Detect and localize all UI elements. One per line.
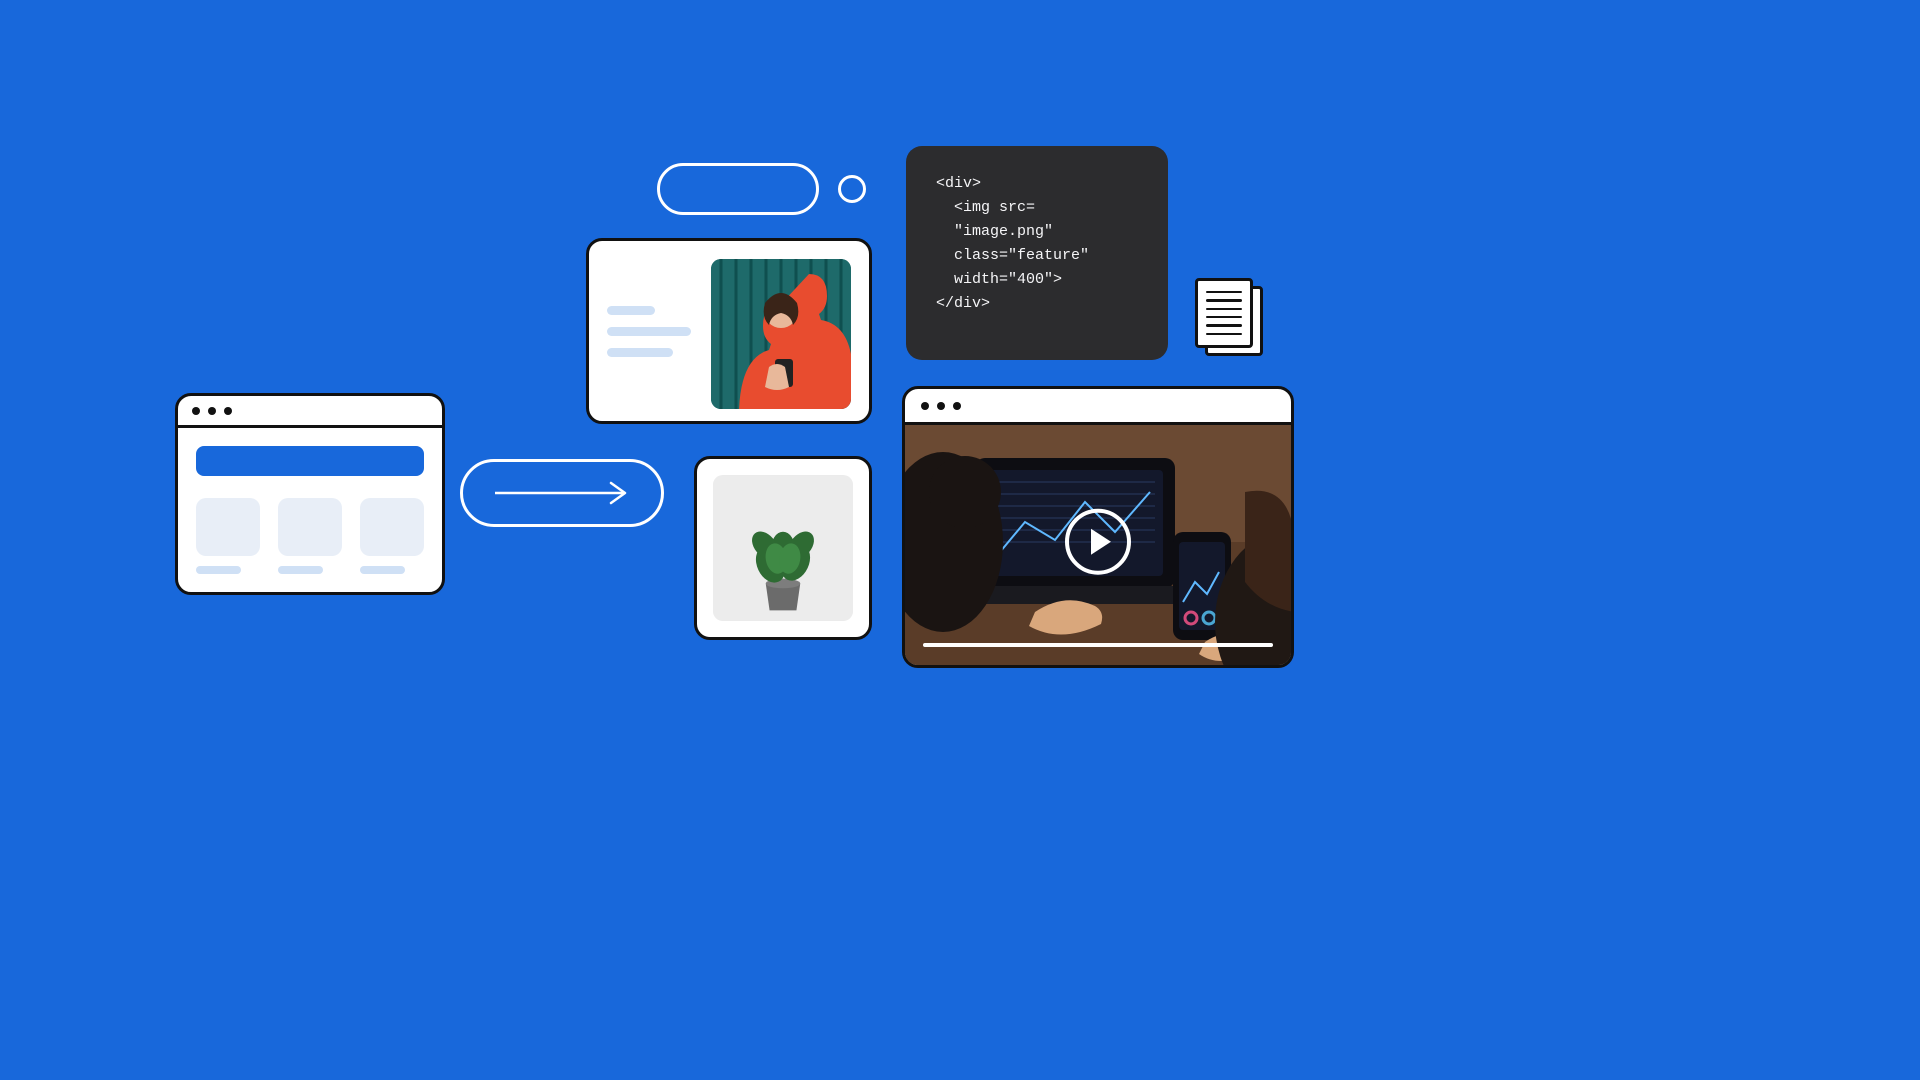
code-snippet-panel: <div> <img src= "image.png" class="featu…	[906, 146, 1168, 360]
document-rule-line	[1206, 291, 1242, 293]
video-progress-bar[interactable]	[923, 643, 1273, 647]
window-dot-icon	[192, 407, 200, 415]
code-snippet-text: <div> <img src= "image.png" class="featu…	[936, 172, 1138, 316]
window-dot-icon	[937, 402, 945, 410]
document-stack-icon	[1195, 278, 1263, 356]
profile-photo	[711, 259, 851, 409]
window-dot-icon	[953, 402, 961, 410]
document-rule-line	[1206, 299, 1242, 301]
wireframe-thumb	[360, 498, 424, 556]
plant-illustration	[713, 475, 853, 621]
window-dot-icon	[224, 407, 232, 415]
video-thumbnail	[905, 425, 1291, 665]
wireframe-hero-bar	[196, 446, 424, 476]
document-rule-line	[1206, 316, 1242, 318]
decorative-circle-outline	[838, 175, 866, 203]
arrow-right-icon	[487, 481, 637, 505]
wireframe-body	[178, 428, 442, 590]
wireframe-thumb	[278, 498, 342, 556]
window-controls-bar	[178, 396, 442, 428]
wireframe-card	[196, 498, 260, 574]
wireframe-text-line	[196, 566, 241, 574]
illustration-stage: <div> <img src= "image.png" class="featu…	[0, 0, 1536, 864]
document-rule-line	[1206, 308, 1242, 310]
wireframe-browser-window	[175, 393, 445, 595]
wireframe-card-row	[196, 498, 424, 574]
profile-card-text	[607, 259, 695, 403]
skeleton-text-line	[607, 306, 655, 315]
document-sheet-front	[1195, 278, 1253, 348]
window-dot-icon	[208, 407, 216, 415]
document-rule-line	[1206, 333, 1242, 335]
play-icon[interactable]	[1065, 509, 1131, 575]
window-dot-icon	[921, 402, 929, 410]
window-controls-bar	[905, 389, 1291, 425]
profile-card	[586, 238, 872, 424]
wireframe-card	[278, 498, 342, 574]
wireframe-card	[360, 498, 424, 574]
skeleton-text-line	[607, 348, 673, 357]
skeleton-text-line	[607, 327, 691, 336]
image-card	[694, 456, 872, 640]
video-browser-window	[902, 386, 1294, 668]
decorative-pill-outline	[657, 163, 819, 215]
wireframe-thumb	[196, 498, 260, 556]
wireframe-text-line	[360, 566, 405, 574]
arrow-right-pill	[460, 459, 664, 527]
document-rule-line	[1206, 324, 1242, 326]
wireframe-text-line	[278, 566, 323, 574]
